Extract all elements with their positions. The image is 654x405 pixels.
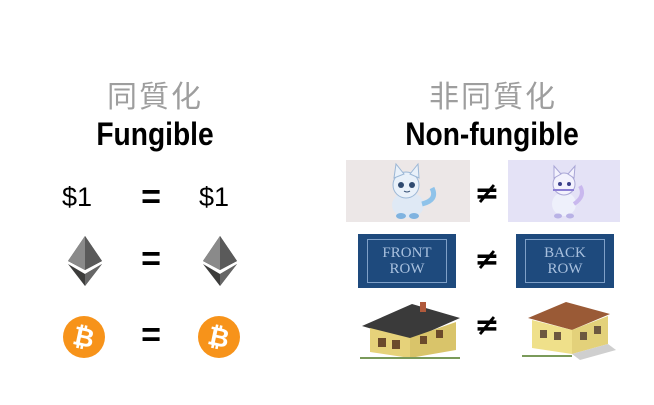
ethereum-icon	[203, 236, 237, 291]
dollar-left: $1	[62, 182, 93, 212]
bitcoin-symbol: ₿	[70, 320, 98, 355]
ticket-line1: BACK	[544, 245, 586, 261]
bitcoin-symbol: ₿	[205, 320, 233, 355]
dollar-right: $1	[199, 182, 230, 212]
cryptokitty-right-image	[508, 160, 620, 222]
not-equal-sign: ≠	[474, 308, 500, 343]
not-equal-sign: ≠	[474, 242, 500, 277]
house-left-image	[356, 296, 464, 365]
equals-sign: =	[141, 178, 161, 216]
equals-sign: =	[141, 316, 161, 354]
house-right-image	[512, 298, 622, 365]
ticket-line2: ROW	[389, 261, 425, 277]
equals-sign: =	[141, 240, 161, 278]
bitcoin-icon: ₿	[63, 316, 105, 358]
ticket-frame: FRONT ROW	[367, 239, 447, 283]
not-equal-sign: ≠	[474, 176, 500, 211]
bitcoin-icon: ₿	[198, 316, 240, 358]
front-row-ticket: FRONT ROW	[358, 234, 456, 288]
back-row-ticket: BACK ROW	[516, 234, 614, 288]
fungible-title: Fungible	[96, 116, 214, 152]
ticket-frame: BACK ROW	[525, 239, 605, 283]
cryptokitty-left-image	[346, 160, 470, 222]
non-fungible-heading-cjk: 非同質化	[429, 80, 557, 115]
ticket-line1: FRONT	[382, 245, 432, 261]
fungible-heading-cjk: 同質化	[107, 80, 203, 115]
ticket-line2: ROW	[547, 261, 583, 277]
non-fungible-title: Non-fungible	[405, 116, 579, 152]
ethereum-icon	[68, 236, 102, 291]
